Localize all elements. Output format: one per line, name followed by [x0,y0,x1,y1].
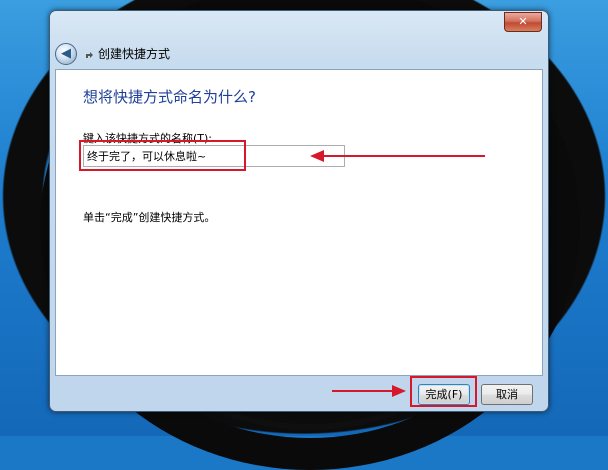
annotation-arrow-finish-line [332,390,394,392]
back-button[interactable]: ◀ [55,43,77,65]
wizard-content-panel: 想将快捷方式命名为什么? 键入该快捷方式的名称(T): 单击“完成”创建快捷方式… [55,69,543,376]
annotation-arrow-finish-head [392,385,406,397]
annotation-box-finish-button [410,376,477,407]
dialog-title: 创建快捷方式 [98,47,171,61]
close-button[interactable]: ✕ [504,12,542,32]
annotation-arrow-input-head [310,150,324,162]
annotation-arrow-input-line [322,155,485,157]
finish-hint-text: 单击“完成”创建快捷方式。 [83,211,216,224]
page-heading: 想将快捷方式命名为什么? [83,88,256,106]
cancel-button[interactable]: 取消 [481,384,533,405]
create-shortcut-dialog: ✕ ◀ 创建快捷方式 想将快捷方式命名为什么? 键入该快捷方式的名称(T): 单… [49,10,549,412]
annotation-box-name-input [79,140,246,171]
close-icon: ✕ [518,15,528,28]
shortcut-icon [84,48,94,60]
back-arrow-icon: ◀ [61,46,71,61]
